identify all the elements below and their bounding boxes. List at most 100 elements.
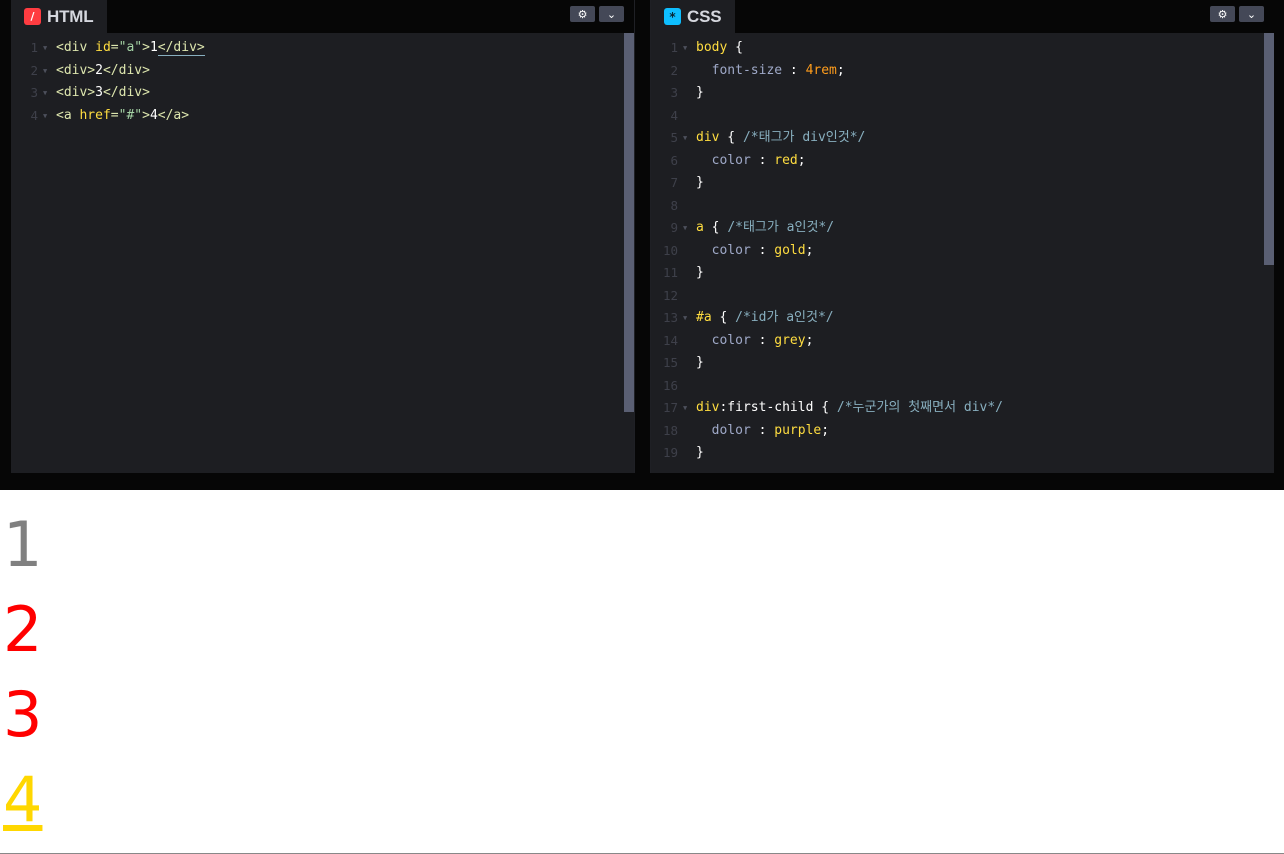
- fold-arrow-icon[interactable]: ▼: [683, 307, 687, 330]
- fold-arrow-icon[interactable]: ▼: [683, 217, 687, 240]
- code-text: body {: [696, 37, 743, 60]
- fold-arrow-icon[interactable]: ▼: [43, 37, 47, 60]
- line-number: 10: [662, 242, 678, 258]
- code-token: :: [758, 332, 775, 348]
- result-link[interactable]: 4: [3, 757, 42, 842]
- html-tab[interactable]: / HTML: [11, 0, 108, 33]
- editor-area: / HTML ⚙ ⌄ 1 ▼ <div id="a">1</div> 2 ▼ <div>2…: [0, 0, 1284, 473]
- code-token: /*태그가 a인것*/: [727, 220, 835, 235]
- code-text: }: [696, 442, 704, 465]
- css-tab[interactable]: * CSS: [651, 0, 736, 33]
- css-code-editor[interactable]: 1 ▼ body {2 font-size : 4rem; 3} 4 5 ▼ div { /*…: [651, 33, 1274, 473]
- css-settings-button[interactable]: ⚙: [1210, 6, 1235, 22]
- code-token: red: [774, 152, 798, 168]
- line-number: 17: [662, 400, 678, 415]
- code-text: color : grey;: [696, 330, 814, 353]
- code-text: dolor : purple;: [696, 420, 829, 443]
- code-token: :: [789, 62, 806, 78]
- css-code-line: 3}: [651, 82, 1274, 105]
- css-code-line: 7}: [651, 172, 1274, 195]
- chevron-down-icon: ⌄: [1246, 7, 1257, 21]
- fold-arrow-icon[interactable]: ▼: [43, 82, 47, 105]
- fold-arrow-icon[interactable]: ▼: [43, 60, 47, 83]
- code-token: =: [110, 107, 119, 123]
- html-icon: /: [24, 8, 41, 25]
- html-code-editor[interactable]: 1 ▼ <div id="a">1</div> 2 ▼ <div>2</div> 3 ▼ <di…: [11, 33, 634, 473]
- code-token: <div>: [56, 85, 96, 100]
- result-div: 1: [3, 508, 43, 581]
- code-token: {: [703, 220, 728, 235]
- code-token: ;: [805, 242, 814, 258]
- html-code-line: 3 ▼ <div>3</div>: [11, 82, 634, 105]
- code-text: <div id="a">1</div>: [56, 37, 205, 60]
- code-token: :first-child: [719, 400, 814, 415]
- code-token: <div>: [56, 62, 96, 78]
- css-code-line: 16: [651, 375, 1274, 398]
- css-code-line: 1 ▼ body {: [651, 37, 1274, 60]
- result-preview: 1 2 34: [0, 490, 1284, 854]
- css-code-line: 11}: [651, 262, 1274, 285]
- line-number: 5: [670, 130, 678, 145]
- panel-resizer[interactable]: [634, 0, 651, 473]
- code-token: href: [79, 107, 111, 123]
- line-number: 16: [662, 377, 678, 393]
- code-token: }: [696, 265, 704, 280]
- line-number: 8: [670, 197, 678, 213]
- code-token: #a: [696, 310, 712, 325]
- css-icon: *: [664, 8, 681, 25]
- code-token: {: [711, 310, 736, 325]
- code-token: id: [95, 40, 111, 55]
- fold-arrow-icon[interactable]: ▼: [43, 105, 47, 128]
- html-scrollbar[interactable]: [624, 33, 634, 412]
- code-token: dolor: [696, 422, 759, 438]
- code-token: color: [696, 242, 759, 258]
- chevron-down-icon: ⌄: [606, 7, 617, 21]
- line-number: 2: [670, 62, 678, 78]
- css-code-line: 6 color : red;: [651, 150, 1274, 173]
- result-resizer[interactable]: [0, 473, 1284, 490]
- css-code-line: 13 ▼ #a { /*id가 a인것*/: [651, 307, 1274, 330]
- code-token: {: [719, 130, 743, 145]
- code-text: color : red;: [696, 150, 806, 173]
- css-code-line: 14 color : grey;: [651, 330, 1274, 353]
- css-tools: ⚙ ⌄: [1210, 6, 1264, 22]
- code-token: /*id가 a인것*/: [735, 310, 834, 325]
- code-text: <div>2</div>: [56, 60, 150, 83]
- line-number: 15: [662, 355, 678, 370]
- line-number: 6: [670, 152, 678, 168]
- css-tab-label: CSS: [687, 6, 722, 26]
- html-settings-button[interactable]: ⚙: [570, 6, 595, 22]
- code-token: 3: [95, 85, 103, 100]
- code-token: 2: [95, 62, 103, 78]
- code-token: color: [696, 332, 759, 348]
- css-editor-panel: * CSS ⚙ ⌄ 1 ▼ body {2 font-size : 4rem; 3} 4…: [651, 0, 1274, 473]
- code-token: ;: [797, 152, 806, 168]
- code-text: <div>3</div>: [56, 82, 150, 105]
- html-collapse-button[interactable]: ⌄: [599, 6, 624, 22]
- line-number: 19: [662, 445, 678, 460]
- code-token: body: [696, 40, 728, 55]
- html-editor-panel: / HTML ⚙ ⌄ 1 ▼ <div id="a">1</div> 2 ▼ <div>2…: [11, 0, 634, 473]
- code-token: <div: [56, 40, 96, 55]
- code-token: font-size: [696, 62, 790, 78]
- code-token: /*태그가 div인것*/: [742, 130, 866, 145]
- code-token: ;: [836, 62, 845, 78]
- line-number: 13: [662, 310, 678, 325]
- css-collapse-button[interactable]: ⌄: [1239, 6, 1264, 22]
- fold-arrow-icon[interactable]: ▼: [683, 127, 687, 150]
- code-token: ;: [821, 422, 830, 438]
- line-number: 14: [662, 332, 678, 348]
- fold-arrow-icon[interactable]: ▼: [683, 37, 687, 60]
- fold-arrow-icon[interactable]: ▼: [683, 397, 687, 420]
- code-token: }: [696, 445, 704, 460]
- css-scrollbar[interactable]: [1264, 33, 1274, 265]
- html-tools: ⚙ ⌄: [570, 6, 624, 22]
- code-text: }: [696, 172, 704, 195]
- line-number: 4: [670, 107, 678, 123]
- code-token: {: [813, 400, 837, 415]
- result-div: 2: [3, 593, 43, 666]
- code-token: 4rem: [805, 62, 837, 78]
- line-number: 1: [670, 40, 678, 55]
- code-token: }: [696, 85, 704, 100]
- code-token: grey: [774, 332, 806, 348]
